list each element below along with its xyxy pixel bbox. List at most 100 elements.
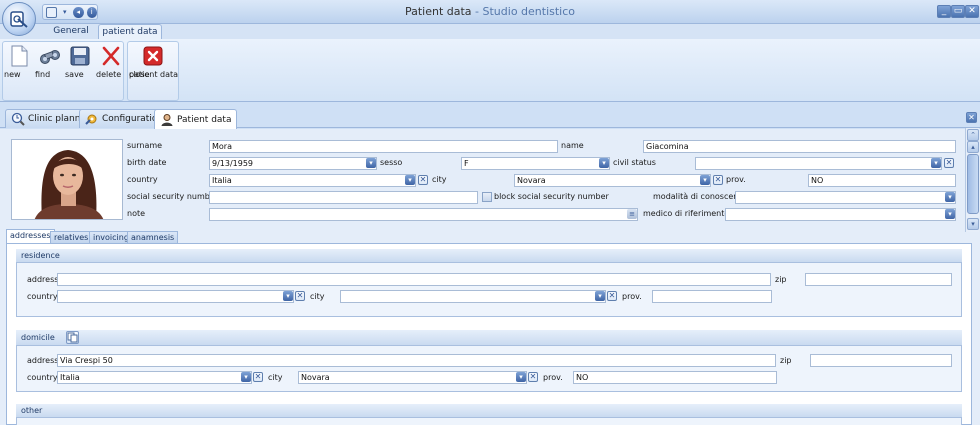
scroll-up-icon[interactable]: ▴ [967,141,979,153]
city-label: city [432,175,447,184]
save-button[interactable]: save [65,44,95,84]
settings-icon [85,114,97,125]
window-icon[interactable] [46,6,57,18]
new-document-icon [11,45,28,67]
vertical-scrollbar[interactable]: ⌃ ▴ ▾ [965,128,979,232]
name-field[interactable]: Giacomina [643,140,956,153]
ssn-label: social security number [127,192,219,201]
residence-address-field[interactable] [57,273,771,286]
domicile-country-dropdown-icon[interactable]: ▾ [241,372,251,382]
tab-addresses[interactable]: addresses [6,229,55,243]
note-label: note [127,209,146,218]
domicile-prov-field[interactable]: NO [573,371,777,384]
domicile-country-select[interactable]: Italia [57,371,252,384]
app-logo-icon [10,11,28,28]
civil-status-label: civil status [613,158,656,167]
city-select[interactable]: Novara [514,174,711,187]
residence-country-dropdown-icon[interactable]: ▾ [283,291,293,301]
name-label: name [561,141,584,150]
qat-dropdown-icon[interactable]: ▾ [60,7,70,18]
patient-portrait-image [12,140,122,219]
birth-date-dropdown-icon[interactable]: ▾ [366,158,376,168]
residence-country-label: country [27,292,58,301]
scroll-thumb[interactable] [967,154,979,214]
info-icon[interactable]: i [86,6,97,18]
new-button[interactable]: new [4,44,34,84]
copy-address-button[interactable] [66,331,79,344]
block-ssn-label: block social security number [494,192,609,201]
application-menu-button[interactable] [2,2,36,36]
surname-label: surname [127,141,163,150]
minimize-button[interactable]: _ [937,5,951,18]
domicile-zip-field[interactable] [810,354,952,367]
quick-access-toolbar: ▾ ◂ i [42,4,98,20]
modalita-select[interactable] [735,191,956,204]
sesso-dropdown-icon[interactable]: ▾ [599,158,609,168]
scroll-down-icon[interactable]: ▾ [967,218,979,230]
back-icon[interactable]: ◂ [73,6,84,18]
civil-status-clear-icon[interactable]: ✕ [944,158,954,168]
delete-button[interactable]: delete [96,44,126,84]
window-title-text: Patient data [404,5,472,18]
window-title: Patient data - Studio dentistico [404,5,576,18]
modalita-dropdown-icon[interactable]: ▾ [945,192,955,202]
binoculars-icon [40,50,60,64]
city-clear-icon[interactable]: ✕ [713,175,723,185]
ssn-field[interactable] [209,191,478,204]
domicile-city-select[interactable]: Novara [298,371,527,384]
birth-date-field[interactable]: 9/13/1959 [209,157,377,170]
surname-field[interactable]: Mora [209,140,558,153]
residence-zip-field[interactable] [805,273,952,286]
tab-relatives[interactable]: relatives [50,231,93,243]
patient-photo[interactable] [11,139,123,220]
country-dropdown-icon[interactable]: ▾ [405,175,415,185]
residence-city-clear-icon[interactable]: ✕ [607,291,617,301]
domicile-zip-label: zip [780,356,792,365]
domicile-address-label: address [27,356,59,365]
civil-status-dropdown-icon[interactable]: ▾ [931,158,941,168]
city-dropdown-icon[interactable]: ▾ [700,175,710,185]
block-ssn-checkbox[interactable] [482,192,492,202]
scroll-top-icon[interactable]: ⌃ [967,129,979,141]
residence-country-clear-icon[interactable]: ✕ [295,291,305,301]
other-header: other [16,404,962,418]
tab-patient-data[interactable]: Patient data [154,109,238,129]
residence-prov-field[interactable] [652,290,772,303]
find-button[interactable]: find [35,44,65,84]
maximize-button[interactable]: ▭ [951,5,965,18]
birth-date-label: birth date [127,158,167,167]
domicile-city-clear-icon[interactable]: ✕ [528,372,538,382]
residence-city-select[interactable] [340,290,606,303]
domicile-city-label: city [268,373,283,382]
clock-search-icon [11,112,25,126]
prov-field[interactable]: NO [808,174,956,187]
country-clear-icon[interactable]: ✕ [418,175,428,185]
close-document-button[interactable]: ✕ [966,112,977,123]
save-button-label: save [65,70,84,79]
ribbon-tab-general[interactable]: General [44,24,98,39]
app-name: Studio dentistico [482,5,576,18]
close-patient-data-button[interactable]: close patient data [129,44,178,84]
domicile-country-label: country [27,373,58,382]
note-expand-icon[interactable]: ≡ [627,209,637,219]
find-button-label: find [35,70,51,79]
civil-status-select[interactable] [695,157,942,170]
residence-city-dropdown-icon[interactable]: ▾ [595,291,605,301]
close-window-button[interactable]: ✕ [965,5,979,18]
sesso-select[interactable]: F [461,157,610,170]
residence-zip-label: zip [775,275,787,284]
sesso-label: sesso [380,158,403,167]
domicile-country-clear-icon[interactable]: ✕ [253,372,263,382]
note-field[interactable] [209,208,638,221]
medico-dropdown-icon[interactable]: ▾ [945,209,955,219]
domicile-address-field[interactable]: Via Crespi 50 [57,354,776,367]
medico-select[interactable] [725,208,956,221]
floppy-disk-icon [70,46,90,66]
prov-label: prov. [726,175,746,184]
residence-prov-label: prov. [622,292,642,301]
tab-anamnesis[interactable]: anamnesis [127,231,179,243]
residence-country-select[interactable] [57,290,294,303]
country-select[interactable]: Italia [209,174,416,187]
domicile-city-dropdown-icon[interactable]: ▾ [516,372,526,382]
ribbon-tab-patient-data[interactable]: patient data [98,24,162,39]
